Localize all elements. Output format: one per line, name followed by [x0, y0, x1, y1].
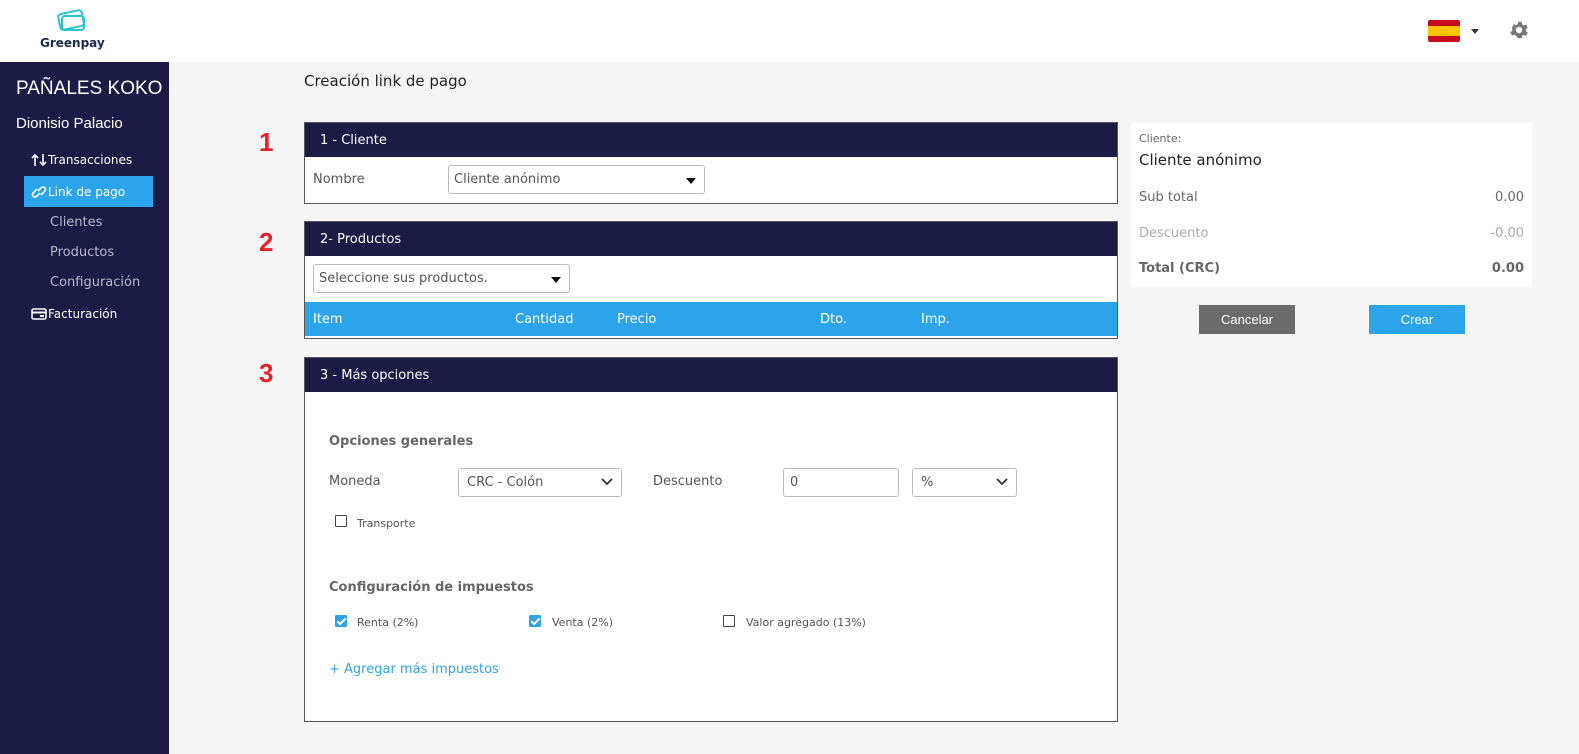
productos-select[interactable]: Seleccione sus productos. — [313, 264, 570, 293]
language-caret-icon[interactable] — [1471, 29, 1479, 34]
total-value: 0.00 — [1491, 261, 1524, 276]
renta-label: Renta (2%) — [357, 616, 419, 629]
sidebar-item-transacciones[interactable]: Transacciones — [24, 144, 153, 175]
card-logo-icon — [57, 9, 85, 31]
descuento-unit-value: % — [921, 475, 934, 490]
venta-label: Venta (2%) — [552, 616, 613, 629]
productos-section: 2- Productos Seleccione sus productos. I… — [304, 221, 1118, 339]
company-name: PAÑALES KOKO — [16, 78, 163, 99]
link-icon — [30, 185, 48, 199]
moneda-select-value: CRC - Colón — [467, 475, 544, 490]
chevron-down-icon — [996, 477, 1008, 485]
section-header: 1 - Cliente — [305, 123, 1117, 157]
subtotal-value: 0.00 — [1495, 190, 1524, 205]
descuento-label: Descuento — [653, 474, 723, 489]
add-taxes-link[interactable]: + Agregar más impuestos — [329, 662, 499, 677]
section-header: 2- Productos — [305, 222, 1117, 256]
descuento-input[interactable]: 0 — [783, 468, 899, 497]
spain-flag-icon[interactable] — [1428, 20, 1460, 42]
chevron-down-icon — [601, 477, 613, 485]
user-name: Dionisio Palacio — [16, 115, 123, 132]
cliente-section: 1 - Cliente Nombre Cliente anónimo — [304, 122, 1118, 204]
create-button[interactable]: Crear — [1369, 305, 1465, 334]
top-bar: Greenpay — [0, 0, 1579, 62]
descuento-unit-select[interactable]: % — [912, 468, 1017, 497]
cancel-button[interactable]: Cancelar — [1199, 305, 1295, 334]
sidebar-item-label: Facturación — [48, 306, 118, 321]
opciones-generales-title: Opciones generales — [329, 434, 474, 449]
summary-client-label: Cliente: — [1139, 132, 1182, 145]
cliente-select-value: Cliente anónimo — [454, 172, 561, 187]
productos-table-header: Item Cantidad Precio Dto. Imp. — [305, 302, 1117, 336]
step-number-1: 1 — [259, 127, 274, 157]
valor-agregado-checkbox[interactable] — [723, 615, 735, 627]
sidebar-item-productos[interactable]: Productos — [50, 245, 114, 260]
column-header-dto: Dto. — [820, 312, 847, 327]
moneda-select[interactable]: CRC - Colón — [458, 468, 622, 497]
venta-checkbox[interactable] — [529, 615, 541, 627]
productos-select-placeholder: Seleccione sus productos. — [319, 271, 488, 286]
sidebar-item-label: Transacciones — [48, 152, 133, 167]
sidebar-item-configuracion[interactable]: Configuración — [50, 275, 140, 290]
descuento-input-value: 0 — [790, 475, 799, 490]
column-header-precio: Precio — [617, 312, 657, 327]
descuento-summary-value: -0.00 — [1490, 226, 1524, 241]
sidebar-item-label: Link de pago — [48, 184, 126, 199]
summary-panel: Cliente: Cliente anónimo Sub total 0.00 … — [1131, 123, 1532, 287]
summary-client-value: Cliente anónimo — [1139, 151, 1262, 169]
logo-text: Greenpay — [40, 36, 105, 50]
cliente-select[interactable]: Cliente anónimo — [448, 165, 705, 194]
gear-icon[interactable] — [1508, 19, 1530, 41]
subtotal-label: Sub total — [1139, 190, 1198, 205]
valor-agregado-label: Valor agregado (13%) — [746, 616, 866, 629]
greenpay-logo[interactable]: Greenpay — [40, 6, 105, 54]
caret-down-icon — [551, 276, 561, 283]
sidebar-item-clientes[interactable]: Clientes — [50, 215, 102, 230]
sidebar-item-facturacion[interactable]: Facturación — [24, 298, 153, 329]
card-icon — [30, 307, 48, 321]
renta-checkbox[interactable] — [335, 615, 347, 627]
column-header-imp: Imp. — [921, 312, 950, 327]
column-header-cantidad: Cantidad — [515, 312, 574, 327]
total-label: Total (CRC) — [1139, 261, 1221, 276]
arrows-updown-icon — [30, 153, 48, 167]
transporte-checkbox[interactable] — [335, 515, 347, 527]
section-header: 3 - Más opciones — [305, 358, 1117, 392]
impuestos-title: Configuración de impuestos — [329, 580, 534, 595]
sidebar-item-link-de-pago[interactable]: Link de pago — [24, 176, 153, 207]
column-header-item: Item — [313, 312, 343, 327]
caret-down-icon — [686, 177, 696, 184]
descuento-summary-label: Descuento — [1139, 226, 1209, 241]
page-title: Creación link de pago — [304, 72, 467, 90]
step-number-2: 2 — [259, 227, 274, 257]
moneda-label: Moneda — [329, 474, 381, 489]
nombre-label: Nombre — [313, 172, 365, 187]
step-number-3: 3 — [259, 358, 274, 388]
transporte-label: Transporte — [357, 517, 416, 530]
mas-opciones-section: 3 - Más opciones Opciones generales Mone… — [304, 357, 1118, 722]
sidebar: PAÑALES KOKO Dionisio Palacio Transaccio… — [0, 62, 169, 754]
